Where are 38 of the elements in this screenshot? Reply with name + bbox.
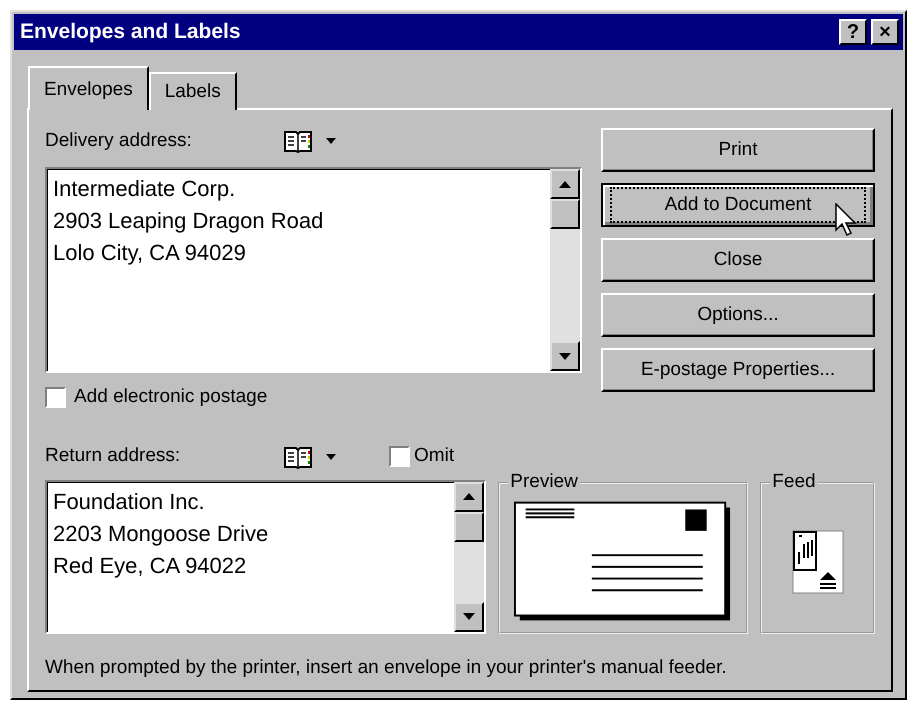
close-button[interactable]: × [871, 19, 899, 45]
address-text: Foundation Inc. 2203 Mongoose Drive Red Eye, CA 94022 [52, 488, 270, 580]
checkbox[interactable] [389, 446, 410, 467]
down-arrow-icon [463, 613, 476, 620]
help-button[interactable]: ? [839, 19, 867, 45]
address-text: Intermediate Corp. 2903 Leaping Dragon Road Lolo City, CA 94029 [52, 175, 324, 267]
tab[interactable]: Envelopes [28, 66, 149, 110]
return-address-field[interactable]: Foundation Inc. 2203 Mongoose Drive Red Eye, CA 94022 [45, 480, 486, 634]
envelope-feed-icon [792, 530, 844, 594]
checkbox-label: Omit [414, 444, 454, 468]
dialog-button[interactable]: Print [601, 128, 875, 172]
delivery-address-label: Delivery address: [45, 128, 193, 153]
down-arrow-icon [559, 352, 571, 360]
scroll-down-button[interactable] [550, 341, 580, 371]
up-arrow-icon [463, 493, 476, 500]
scrollbar[interactable] [454, 482, 484, 632]
dialog-button[interactable]: E-postage Properties... [601, 348, 875, 392]
scroll-down-button[interactable] [454, 602, 484, 632]
scroll-thumb[interactable] [550, 199, 580, 229]
dropdown-caret-icon[interactable] [325, 137, 337, 145]
dropdown-caret-icon[interactable] [325, 452, 337, 460]
address-book-icon[interactable] [283, 129, 313, 153]
delivery-address-field[interactable]: Intermediate Corp. 2903 Leaping Dragon Road Lolo City, CA 94029 [45, 167, 582, 373]
dialog-button[interactable]: Options... [601, 293, 875, 337]
mouse-cursor-icon [835, 203, 857, 237]
address-book-icon[interactable] [283, 444, 313, 468]
dialog-button[interactable]: Close [601, 238, 875, 282]
checkbox-label: Add electronic postage [74, 385, 268, 409]
checkbox[interactable] [45, 386, 66, 408]
scroll-up-button[interactable] [454, 482, 484, 512]
return-address-label: Return address: [45, 444, 182, 468]
window-title: Envelopes and Labels [20, 19, 241, 46]
up-arrow-icon [559, 180, 571, 188]
instruction-text: When prompted by the printer, insert an envelope in your printer's manual feeder. [45, 656, 728, 680]
scrollbar[interactable] [550, 169, 580, 371]
scroll-up-button[interactable] [550, 169, 580, 199]
scroll-thumb[interactable] [454, 512, 484, 542]
tab[interactable]: Labels [148, 72, 237, 110]
